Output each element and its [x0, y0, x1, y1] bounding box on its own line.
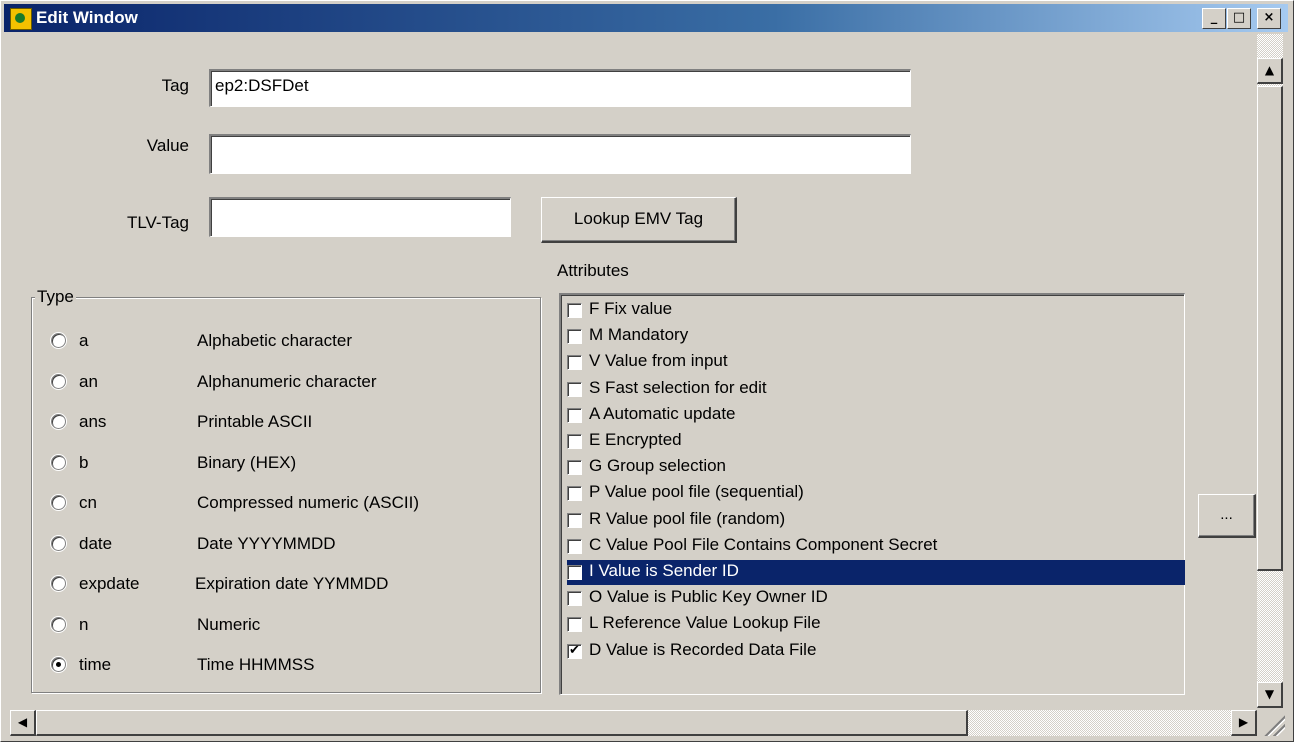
value-label: Value	[146, 136, 189, 155]
checkbox[interactable]	[567, 617, 582, 632]
type-description: Alphabetic character	[197, 331, 352, 350]
checkbox[interactable]	[567, 460, 582, 475]
tag-label: Tag	[161, 76, 189, 95]
attribute-item[interactable]: M Mandatory	[567, 324, 1185, 349]
attribute-label: F Fix value	[589, 299, 673, 318]
attribute-label: C Value Pool File Contains Component Sec…	[589, 535, 938, 554]
attribute-label: M Mandatory	[589, 325, 689, 344]
attributes-list[interactable]: F Fix value M Mandatory V Value from input…	[559, 293, 1185, 695]
type-code-label[interactable]: a	[79, 331, 88, 351]
attribute-item[interactable]: L Reference Value Lookup File	[567, 612, 1185, 637]
close-button[interactable]: ×	[1257, 8, 1281, 29]
scroll-down-button[interactable]: ▼	[1257, 682, 1283, 708]
lookup-emv-tag-button[interactable]: Lookup EMV Tag	[541, 197, 737, 243]
value-input[interactable]	[209, 134, 911, 174]
type-description: Time HHMMSS	[197, 655, 315, 674]
attribute-item[interactable]: ✔ D Value is Recorded Data File	[567, 639, 1185, 664]
checkbox[interactable]	[567, 513, 582, 528]
attribute-item[interactable]: F Fix value	[567, 298, 1185, 323]
checkbox[interactable]	[567, 303, 582, 318]
type-code-label[interactable]: time	[79, 655, 111, 675]
edit-window: Edit Window _ □ × Tag ep2:DSFDet Value T…	[0, 0, 1294, 742]
checkbox[interactable]	[567, 434, 582, 449]
window-title: Edit Window	[36, 8, 138, 27]
vertical-scrollbar-thumb[interactable]	[1257, 86, 1283, 571]
type-group-caption: Type	[35, 287, 76, 307]
attribute-label: O Value is Public Key Owner ID	[589, 587, 828, 606]
tlv-tag-label: TLV-Tag	[126, 213, 189, 232]
type-code-label[interactable]: expdate	[79, 574, 140, 594]
attribute-label: S Fast selection for edit	[589, 378, 767, 397]
attribute-item[interactable]: C Value Pool File Contains Component Sec…	[567, 534, 1185, 559]
checkbox[interactable]	[567, 539, 582, 554]
attribute-item[interactable]: S Fast selection for edit	[567, 377, 1185, 402]
type-radio-ans[interactable]	[51, 414, 66, 429]
attribute-item[interactable]: V Value from input	[567, 350, 1185, 375]
type-radio-n[interactable]	[51, 617, 66, 632]
type-description: Expiration date YYMMDD	[195, 574, 389, 593]
type-description: Numeric	[197, 615, 261, 634]
checkbox-checked[interactable]: ✔	[567, 644, 582, 659]
attribute-item[interactable]: I Value is Sender ID	[567, 560, 1185, 585]
type-description: Binary (HEX)	[197, 453, 297, 472]
scroll-right-button[interactable]: ▶	[1231, 710, 1257, 736]
type-description: Printable ASCII	[197, 412, 313, 431]
maximize-button[interactable]: □	[1227, 8, 1251, 29]
attribute-item[interactable]: P Value pool file (sequential)	[567, 481, 1185, 506]
type-code-label[interactable]: an	[79, 372, 98, 392]
tag-input-value: ep2:DSFDet	[215, 76, 309, 95]
type-radio-expdate[interactable]	[51, 576, 66, 591]
type-radio-cn[interactable]	[51, 495, 66, 510]
type-code-label[interactable]: n	[79, 615, 88, 635]
attribute-item[interactable]: E Encrypted	[567, 429, 1185, 454]
attribute-label: A Automatic update	[589, 404, 736, 423]
title-bar[interactable]: Edit Window _ □ ×	[4, 4, 1288, 32]
checkbox[interactable]	[567, 565, 582, 580]
type-description: Alphanumeric character	[197, 372, 377, 391]
checkbox[interactable]	[567, 591, 582, 606]
type-radio-a[interactable]	[51, 333, 66, 348]
attribute-item[interactable]: R Value pool file (random)	[567, 508, 1185, 533]
type-radio-date[interactable]	[51, 536, 66, 551]
type-code-label[interactable]: date	[79, 534, 112, 554]
attribute-label: I Value is Sender ID	[589, 561, 739, 580]
type-code-label[interactable]: ans	[79, 412, 106, 432]
attribute-label: L Reference Value Lookup File	[589, 613, 821, 632]
type-description: Compressed numeric (ASCII)	[197, 493, 420, 512]
app-icon	[10, 8, 32, 30]
type-radio-time[interactable]	[51, 657, 66, 672]
tlv-tag-input[interactable]	[209, 197, 511, 237]
attribute-item[interactable]: O Value is Public Key Owner ID	[567, 586, 1185, 611]
attribute-item[interactable]: G Group selection	[567, 455, 1185, 480]
ellipsis-button[interactable]: ...	[1198, 494, 1256, 538]
attribute-item[interactable]: A Automatic update	[567, 403, 1185, 428]
type-description: Date YYYYMMDD	[197, 534, 336, 553]
attribute-label: G Group selection	[589, 456, 727, 475]
horizontal-scrollbar-thumb[interactable]	[36, 710, 968, 736]
tag-input[interactable]: ep2:DSFDet	[209, 69, 911, 107]
type-radio-b[interactable]	[51, 455, 66, 470]
minimize-button[interactable]: _	[1202, 8, 1226, 29]
attribute-label: D Value is Recorded Data File	[589, 640, 817, 659]
type-code-label[interactable]: cn	[79, 493, 97, 513]
attribute-label: R Value pool file (random)	[589, 509, 786, 528]
attribute-label: V Value from input	[589, 351, 728, 370]
type-radio-an[interactable]	[51, 374, 66, 389]
checkbox[interactable]	[567, 382, 582, 397]
size-grip[interactable]	[1259, 710, 1285, 736]
checkbox[interactable]	[567, 408, 582, 423]
checkbox[interactable]	[567, 486, 582, 501]
scroll-up-button[interactable]: ▲	[1257, 58, 1283, 84]
checkbox[interactable]	[567, 329, 582, 344]
type-code-label[interactable]: b	[79, 453, 88, 473]
attribute-label: P Value pool file (sequential)	[589, 482, 804, 501]
attributes-label: Attributes	[557, 261, 629, 280]
scroll-left-button[interactable]: ◀	[10, 710, 36, 736]
attribute-label: E Encrypted	[589, 430, 682, 449]
checkbox[interactable]	[567, 355, 582, 370]
